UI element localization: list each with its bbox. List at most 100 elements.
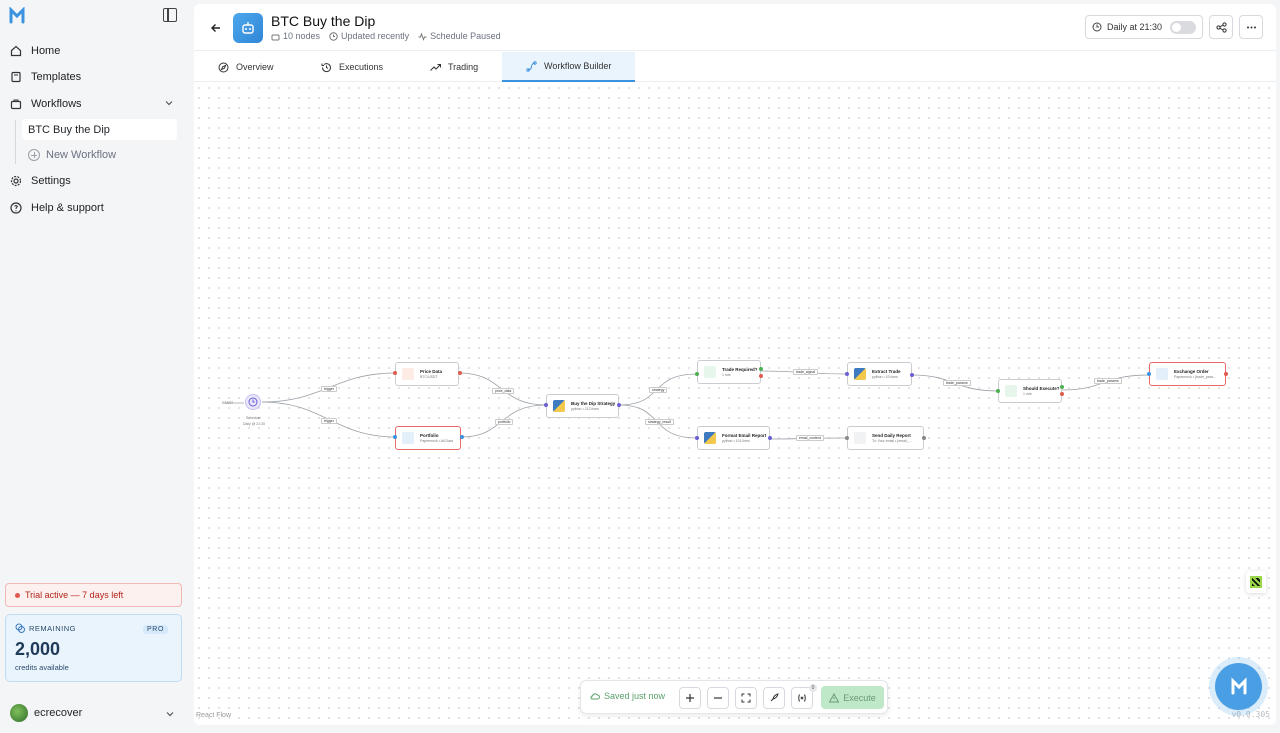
workflow-icon [526,60,537,72]
auto-layout-button[interactable] [763,687,785,709]
node-handle[interactable] [458,371,462,375]
rocket-icon [770,693,779,702]
node-handle[interactable] [845,372,849,376]
qr-widget[interactable] [1246,571,1266,593]
clock-icon [1092,22,1102,32]
node-format-email[interactable]: Format Email Report python • 101 lines [697,426,770,450]
node-handle[interactable] [460,435,464,439]
user-menu[interactable]: ecrecover [10,704,82,722]
edge-label: strategy [649,387,668,393]
schedule-status-text: Schedule Paused [430,31,501,41]
node-handle[interactable] [695,372,699,376]
zoom-out-button[interactable] [707,687,729,709]
react-flow-attribution[interactable]: React Flow [196,712,231,719]
node-handle[interactable] [996,389,1000,393]
tab-workflow-builder-label: Workflow Builder [544,61,612,71]
node-exchange-order[interactable]: Exchange Order Papermock • {trade_para... [1149,362,1226,386]
nav-templates-label: Templates [31,71,82,83]
clock-icon [329,31,338,41]
node-handle[interactable] [845,436,849,440]
node-strategy[interactable]: Buy the Dip Strategy python • 212 lines [546,394,619,418]
tab-executions[interactable]: Executions [321,52,383,82]
logo-icon [402,432,414,444]
arrow-left-icon[interactable] [210,22,222,34]
sidebar: Home Templates Workflows BTC Buy the Dip… [0,0,190,733]
node-handle[interactable] [544,403,548,407]
more-button[interactable] [1239,15,1263,39]
edge-label: trade_signal [793,369,819,375]
coins-icon [15,623,25,633]
node-handle[interactable] [393,371,397,375]
node-title: Price Data [420,368,443,374]
robot-icon [242,22,254,34]
node-handle[interactable] [1060,392,1064,396]
node-trade-required[interactable]: Trade Required? 1 rule [697,360,761,384]
nav-workflows[interactable]: Workflows [10,94,82,114]
schedule-status: Schedule Paused [418,31,501,41]
node-handle[interactable] [1224,372,1228,376]
trial-dot-icon [15,592,20,598]
nav-home[interactable]: Home [10,41,60,61]
app-logo-icon[interactable] [8,7,26,25]
node-handle[interactable] [393,435,397,439]
tab-overview-label: Overview [236,62,274,72]
trial-banner[interactable]: Trial active — 7 days left [5,583,182,607]
node-handle[interactable] [1147,372,1151,376]
node-extract-trade[interactable]: Extract Trade python • 43 lines [847,362,912,386]
node-handle[interactable] [922,436,926,440]
chevron-down-icon[interactable] [166,710,174,718]
sidebar-item-workflow[interactable]: BTC Buy the Dip [22,119,177,140]
tab-bar: Overview Executions Trading Workflow Bui… [194,52,1276,82]
edge-label: strategy_result [645,419,674,425]
node-count-text: 10 nodes [283,31,321,41]
node-handle[interactable] [617,403,621,407]
cloud-icon [590,693,600,700]
node-count: 10 nodes [271,31,320,41]
trial-text: Trial active — 7 days left [25,590,124,600]
node-should-execute[interactable]: Should Execute? 1 rule [998,379,1062,403]
schedule-toggle[interactable]: Daily at 21:30 [1085,15,1203,39]
node-handle[interactable] [1060,385,1064,389]
node-portfolio[interactable]: Portfolio Papermock • All Data [395,426,461,450]
chevron-down-icon[interactable] [165,99,173,107]
history-icon [321,62,331,72]
node-handle[interactable] [759,374,763,378]
node-handle[interactable] [695,436,699,440]
workflow-canvas[interactable]: START Schedule Daily @ 21:30 Price Data B… [194,83,1276,725]
nav-help[interactable]: Help & support [10,198,104,218]
fit-view-button[interactable] [735,687,757,709]
node-title: Trade Required? [722,366,758,372]
qr-code-icon [1250,576,1262,588]
share-button[interactable] [1209,15,1233,39]
node-handle[interactable] [768,436,772,440]
tab-trading[interactable]: Trading [430,52,478,82]
username: ecrecover [34,707,83,719]
node-title: Should Execute? [1023,385,1060,391]
execute-button[interactable]: Execute [821,686,884,709]
new-workflow-button[interactable]: New Workflow [28,149,116,161]
plan-badge: PRO [143,625,168,634]
zoom-in-button[interactable] [679,687,701,709]
node-price-data[interactable]: Price Data BTC/USDT [395,362,459,386]
nav-templates[interactable]: Templates [10,67,81,87]
assistant-fab-button[interactable] [1215,663,1262,710]
schedule-switch[interactable] [1170,21,1196,34]
trending-up-icon [430,63,441,71]
node-handle[interactable] [759,367,763,371]
workflow-avatar [233,13,263,43]
updated-text: Updated recently [341,31,410,41]
node-sub: python • 43 lines [872,374,898,379]
node-handle[interactable] [910,373,914,377]
node-sub: Papermock • All Data [420,438,453,443]
variables-count-badge: 0 [809,684,817,692]
workflow-meta: 10 nodes Updated recently Schedule Pause… [271,31,501,41]
tab-trading-label: Trading [448,62,479,72]
tab-workflow-builder[interactable]: Workflow Builder [502,52,636,82]
schedule-trigger-node[interactable] [245,394,261,410]
sidebar-toggle-icon[interactable] [163,8,177,22]
nav-settings[interactable]: Settings [10,171,71,191]
tab-overview[interactable]: Overview [218,52,274,82]
credits-label: REMAINING [29,623,77,633]
node-send-report[interactable]: Send Daily Report To: Your email • {email… [847,426,924,450]
home-icon [10,45,22,57]
